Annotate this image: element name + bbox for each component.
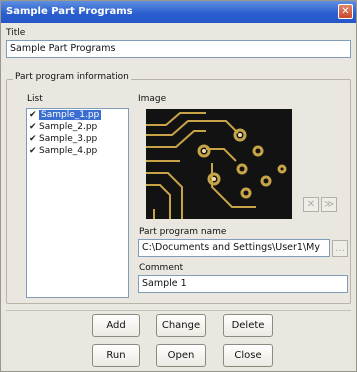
checkbox-icon[interactable]: ✔ (29, 121, 37, 133)
checkbox-icon[interactable]: ✔ (29, 133, 37, 145)
change-button[interactable]: Change (156, 314, 206, 337)
close-button[interactable]: Close (223, 344, 273, 367)
comment-field[interactable]: Sample 1 (138, 275, 348, 293)
add-button[interactable]: Add (92, 314, 140, 337)
list-item-label: Sample_1.pp (39, 110, 102, 120)
list-item-label: Sample_2.pp (39, 122, 98, 132)
comment-label: Comment (139, 263, 184, 273)
list-item-label: Sample_4.pp (39, 146, 98, 156)
open-button[interactable]: Open (156, 344, 206, 367)
checkbox-icon[interactable]: ✔ (29, 145, 37, 157)
divider (6, 310, 351, 311)
delete-button[interactable]: Delete (223, 314, 273, 337)
pcb-image (146, 109, 292, 219)
run-button[interactable]: Run (92, 344, 140, 367)
list-item[interactable]: ✔ Sample_4.pp (27, 145, 128, 157)
list-label: List (27, 94, 43, 104)
next-image-icon[interactable]: ≫ (321, 197, 337, 212)
delete-image-icon[interactable]: ✕ (303, 197, 319, 212)
title-field[interactable]: Sample Part Programs (6, 40, 351, 58)
part-program-name-label: Part program name (139, 227, 227, 237)
pcb-preview-image (146, 109, 292, 219)
title-bar[interactable]: Sample Part Programs ✕ (1, 1, 356, 23)
browse-icon[interactable]: … (332, 240, 348, 257)
list-item[interactable]: ✔ Sample_2.pp (27, 121, 128, 133)
dialog-window: Sample Part Programs ✕ Title Sample Part… (0, 0, 357, 372)
group-label: Part program information (13, 72, 131, 82)
list-item[interactable]: ✔ Sample_3.pp (27, 133, 128, 145)
part-program-name-field[interactable]: C:\Documents and Settings\User1\My (138, 239, 330, 257)
list-item-label: Sample_3.pp (39, 134, 98, 144)
program-list[interactable]: ✔ Sample_1.pp ✔ Sample_2.pp ✔ Sample_3.p… (26, 108, 129, 298)
list-item[interactable]: ✔ Sample_1.pp (27, 109, 128, 121)
checkbox-icon[interactable]: ✔ (29, 109, 37, 121)
image-label: Image (138, 94, 167, 104)
close-icon[interactable]: ✕ (338, 4, 353, 19)
window-title: Sample Part Programs (6, 6, 133, 17)
title-label: Title (6, 28, 26, 38)
